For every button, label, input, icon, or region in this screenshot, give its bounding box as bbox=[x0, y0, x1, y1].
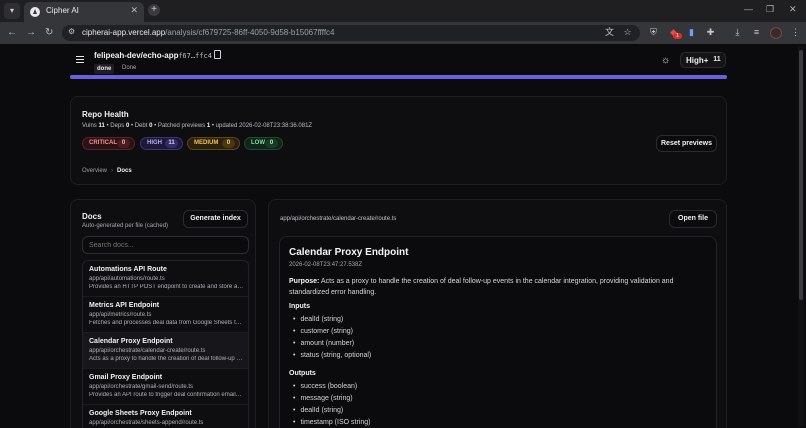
low-chip[interactable]: LOW 0 bbox=[244, 137, 283, 150]
severity-filter-button[interactable]: High+ 11 bbox=[680, 52, 726, 68]
repo-health-title: Repo Health bbox=[82, 110, 129, 119]
critical-count: 0 bbox=[117, 139, 130, 148]
high-chip[interactable]: HIGH 11 bbox=[140, 137, 183, 150]
reset-previews-button[interactable]: Reset previews bbox=[656, 135, 717, 152]
forward-icon[interactable]: → bbox=[26, 27, 36, 39]
breadcrumb-separator: › bbox=[111, 168, 114, 174]
breadcrumb: Overview › Docs bbox=[82, 168, 132, 174]
doc-list: Automations API Route app/api/automation… bbox=[82, 260, 249, 428]
doc-timestamp: 2026-02-08T23:47:27.538Z bbox=[289, 262, 363, 268]
site-info-icon[interactable]: ⚙ bbox=[68, 27, 75, 36]
browser-nav-bar: ← → ↻ ⚙ cipherai-app.vercel.app/analysis… bbox=[0, 22, 806, 44]
minimize-icon[interactable]: — bbox=[744, 4, 753, 14]
address-bar[interactable]: ⚙ cipherai-app.vercel.app/analysis/cf679… bbox=[62, 25, 640, 41]
extension-icon[interactable]: ▮ bbox=[686, 27, 697, 38]
repo-health-stats: Vulns 11 • Deps 0 • Debt 0 • Patched pre… bbox=[82, 123, 313, 129]
reload-icon[interactable]: ↻ bbox=[45, 27, 53, 39]
generate-index-button[interactable]: Generate index bbox=[183, 210, 248, 228]
vulns-count: 11 bbox=[98, 123, 105, 129]
menu-icon[interactable] bbox=[76, 56, 84, 63]
tab-list-icon[interactable]: ▾ bbox=[4, 3, 20, 19]
inputs-heading: Inputs bbox=[289, 303, 310, 310]
critical-chip[interactable]: CRITICAL 0 bbox=[82, 137, 135, 150]
doc-purpose: Purpose: Acts as a proxy to handle the c… bbox=[289, 278, 674, 296]
docs-title: Docs bbox=[82, 212, 102, 221]
output-item: dealId (string) bbox=[293, 407, 343, 414]
commit-hash: cf67…ffc4 bbox=[174, 52, 212, 60]
shield-extension-icon[interactable]: ⛨ bbox=[648, 27, 659, 38]
back-icon[interactable]: ← bbox=[7, 27, 17, 39]
doc-heading: Calendar Proxy Endpoint bbox=[289, 247, 409, 258]
extensions-puzzle-icon[interactable]: ✚ bbox=[705, 27, 716, 38]
list-item[interactable]: Metrics API Endpoint app/api/metrics/rou… bbox=[83, 297, 248, 333]
search-docs-input[interactable] bbox=[82, 236, 249, 254]
output-item: message (string) bbox=[293, 395, 352, 402]
docs-subtitle: Auto-generated per file (cached) bbox=[82, 223, 169, 229]
app-header: felipeah-dev/echo-app cf67…ffc4 done Don… bbox=[0, 44, 806, 86]
maximize-icon[interactable]: ❐ bbox=[766, 4, 774, 15]
input-item: status (string, optional) bbox=[293, 352, 371, 359]
download-icon[interactable]: ⤓ bbox=[732, 27, 743, 38]
severity-filter-label: High+ bbox=[686, 56, 709, 65]
close-window-icon[interactable]: ✕ bbox=[789, 4, 797, 15]
list-item-active[interactable]: Calendar Proxy Endpoint app/api/orchestr… bbox=[83, 333, 248, 369]
medium-chip[interactable]: MEDIUM 0 bbox=[187, 137, 240, 150]
repo-health-card: Repo Health Vulns 11 • Deps 0 • Debt 0 •… bbox=[70, 96, 727, 185]
cipher-favicon-icon bbox=[30, 7, 40, 17]
page-scrollbar[interactable] bbox=[798, 46, 804, 426]
docs-sidebar: Docs Auto-generated per file (cached) Ge… bbox=[70, 199, 256, 428]
scrollbar-thumb[interactable] bbox=[799, 50, 803, 300]
list-item[interactable]: Google Sheets Proxy Endpoint app/api/orc… bbox=[83, 405, 248, 428]
profile-avatar-icon[interactable] bbox=[770, 27, 782, 39]
debt-count: 0 bbox=[149, 123, 153, 129]
high-count: 11 bbox=[165, 139, 178, 148]
output-item: success (boolean) bbox=[293, 383, 357, 390]
input-item: amount (number) bbox=[293, 340, 354, 347]
deps-count: 0 bbox=[125, 123, 130, 129]
severity-filter-count: 11 bbox=[713, 56, 721, 63]
status-text: Done bbox=[122, 65, 137, 71]
updated-timestamp: 2026-02-08T23:38:36.081Z bbox=[239, 123, 313, 129]
close-tab-icon[interactable]: ✕ bbox=[130, 5, 138, 16]
tab-title: Cipher AI bbox=[46, 6, 79, 15]
menu-kebab-icon[interactable]: ⋮ bbox=[790, 27, 801, 38]
extension-badge: 1 bbox=[673, 33, 682, 39]
file-path: app/api/orchestrate/calendar-create/rout… bbox=[280, 216, 397, 222]
analysis-progress-bar bbox=[70, 75, 727, 79]
media-icon[interactable]: ≡ bbox=[751, 27, 762, 38]
browser-tab[interactable]: Cipher AI ✕ bbox=[24, 2, 144, 22]
progress-fill bbox=[70, 75, 727, 79]
translate-icon[interactable]: 文 bbox=[604, 27, 615, 38]
list-item[interactable]: Gmail Proxy Endpoint app/api/orchestrate… bbox=[83, 369, 248, 405]
output-item: timestamp (ISO string) bbox=[293, 419, 370, 426]
patched-count: 1 bbox=[206, 123, 211, 129]
breadcrumb-docs: Docs bbox=[117, 168, 132, 174]
copy-icon[interactable] bbox=[214, 50, 221, 59]
input-item: dealId (string) bbox=[293, 316, 343, 323]
outputs-heading: Outputs bbox=[289, 370, 316, 377]
bookmark-star-icon[interactable]: ☆ bbox=[622, 27, 633, 38]
breadcrumb-overview[interactable]: Overview bbox=[82, 168, 107, 174]
url-text[interactable]: cipherai-app.vercel.app/analysis/cf67972… bbox=[82, 28, 335, 37]
input-item: customer (string) bbox=[293, 328, 353, 335]
theme-toggle-icon[interactable]: ☼ bbox=[661, 55, 670, 66]
browser-tab-bar: ▾ Cipher AI ✕ + — ❐ ✕ bbox=[0, 0, 806, 22]
list-item[interactable]: Automations API Route app/api/automation… bbox=[83, 261, 248, 297]
medium-count: 0 bbox=[222, 139, 235, 148]
new-tab-icon[interactable]: + bbox=[148, 4, 160, 16]
doc-content: Calendar Proxy Endpoint 2026-02-08T23:47… bbox=[279, 236, 717, 428]
status-badge: done bbox=[94, 64, 115, 74]
open-file-button[interactable]: Open file bbox=[669, 210, 717, 228]
low-count: 0 bbox=[265, 139, 278, 148]
repo-name: felipeah-dev/echo-app bbox=[94, 51, 179, 60]
doc-viewer: app/api/orchestrate/calendar-create/rout… bbox=[268, 199, 727, 428]
